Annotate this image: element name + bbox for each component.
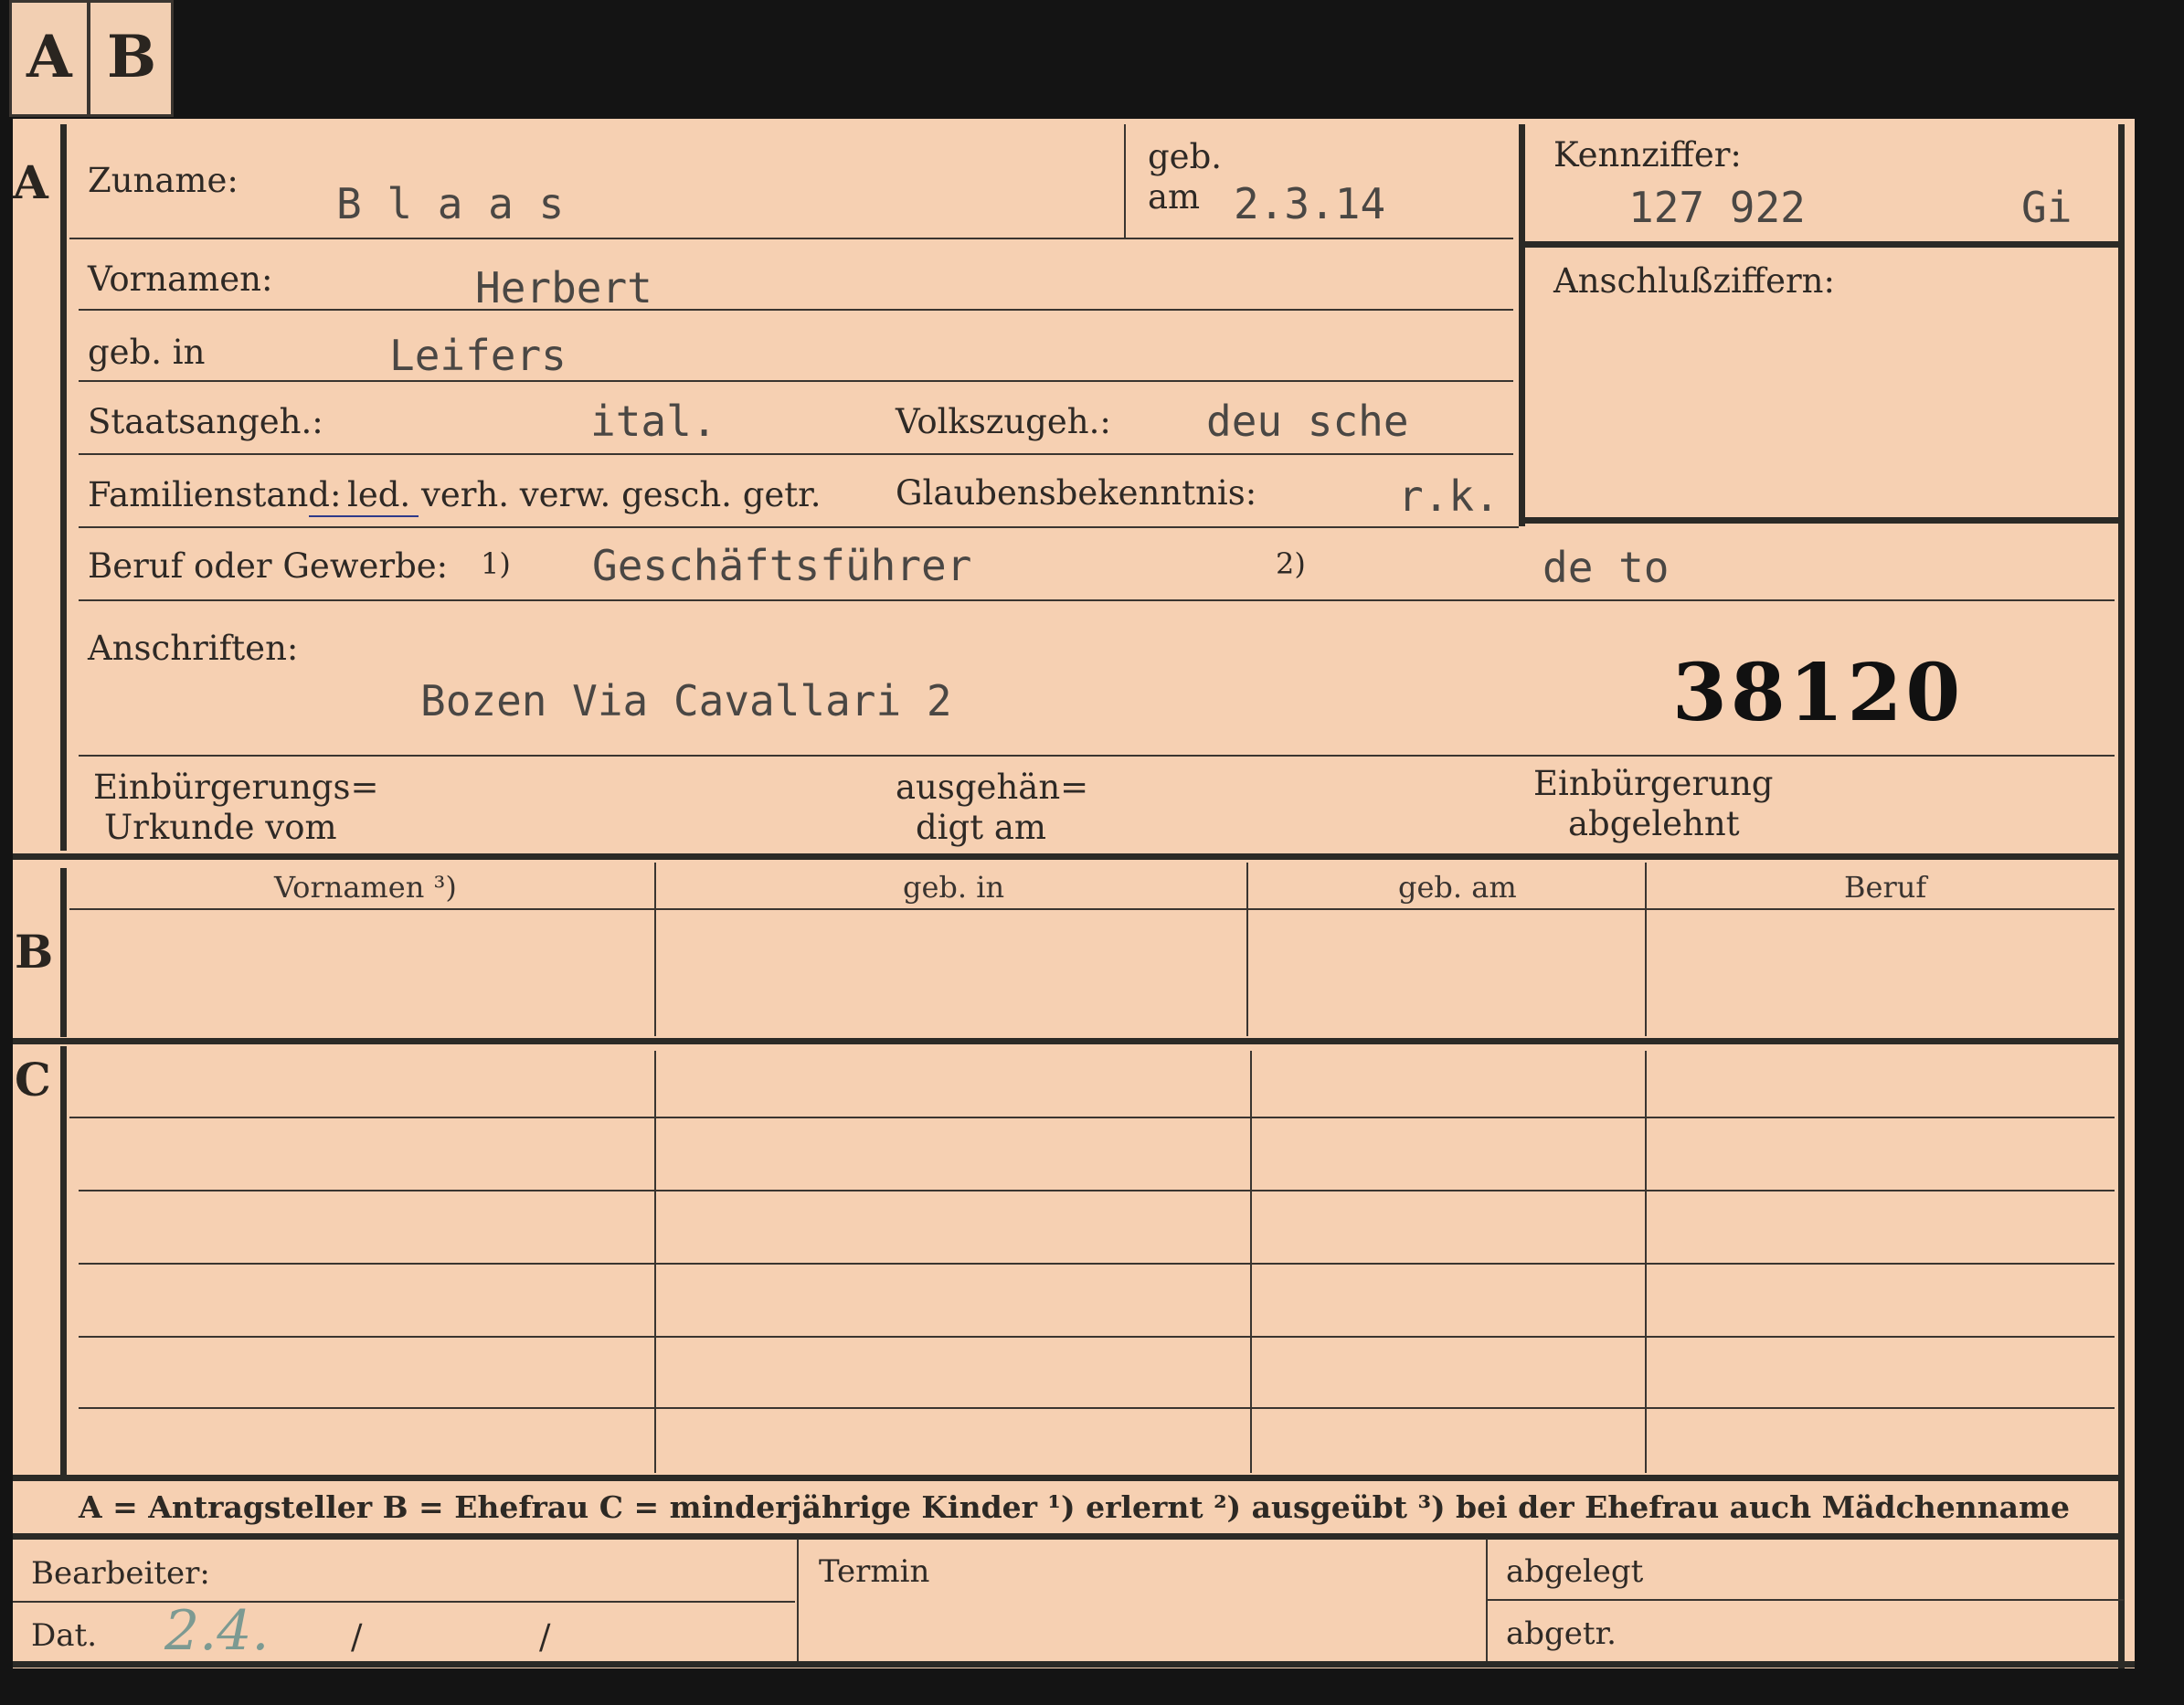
col-header-occupation: Beruf [1844,870,1927,905]
line-first-names [79,309,1513,311]
id-number: 127 922 [1628,183,1806,232]
surname-label: Zuname: [88,161,239,200]
deadline-label: Termin [819,1553,930,1590]
line-birthplace [79,380,1513,382]
c-row-line-4 [79,1336,2115,1338]
col-header-birthdate: geb. am [1398,870,1517,905]
line-address [79,755,2115,757]
religion-value: r.k. [1398,471,1500,521]
c-col-divider-1 [654,1051,656,1473]
col-header-first-names: Vornamen ³) [274,870,457,905]
address-label: Anschriften: [88,629,299,668]
legend: A = Antragsteller B = Ehefrau C = minder… [79,1489,2070,1525]
tab-a-label: A [27,23,72,91]
card-right-border [2118,124,2125,1668]
filed-line [1486,1599,2124,1601]
ethnicity-label: Volkszugeh.: [896,402,1111,441]
id-suffix: Gi [2021,183,2073,232]
editor-label: Bearbeiter: [31,1555,210,1592]
handed-out-label-2: digt am [916,808,1046,847]
handed-out-label-1: ausgehän= [896,768,1089,807]
first-names-value: Herbert [475,263,652,312]
separated-label: abgetr. [1506,1615,1617,1652]
date-slash-2: / [539,1617,551,1657]
col-divider-2 [1246,863,1248,1036]
tab-a[interactable]: A [9,0,90,117]
marital-selection-underline [309,515,419,517]
born-label-1: geb. [1148,137,1223,176]
section-c-border [60,1046,67,1476]
footer-divider-1 [797,1539,799,1665]
id-label: Kennziffer: [1553,135,1742,175]
naturalization-denied-label-2: abgelehnt [1568,804,1740,843]
born-divider [1124,124,1126,238]
naturalization-cert-label-2: Urkunde vom [104,808,337,847]
section-b-bottom [13,1038,2124,1044]
col-divider-1 [654,863,656,1036]
occupation-label: Beruf oder Gewerbe: [88,546,449,586]
section-c-marker: C [15,1053,51,1107]
occupation-practiced: de to [1543,543,1670,592]
occupation-learned: Geschäftsführer [592,541,972,590]
id-box-bottom-border [1519,517,2118,524]
marital-options: led. verh. verw. gesch. getr. [347,475,822,514]
footer-divider-2 [1486,1539,1488,1665]
section-a-marker: A [13,155,48,209]
id-box-divider [1519,241,2118,248]
birthplace-label: geb. in [88,333,206,372]
tab-b-label: B [107,23,157,91]
filed-label: abgelegt [1506,1553,1644,1590]
c-row-line-1 [69,1117,2115,1118]
religion-label: Glaubensbekenntnis: [896,473,1257,513]
line-marital [79,526,1519,528]
line-citizenship [79,453,1513,455]
section-b-marker: B [15,925,54,979]
editor-line [13,1601,795,1603]
section-a-border [60,124,67,851]
col-divider-3 [1645,863,1647,1036]
c-row-line-2 [79,1190,2115,1191]
occupation-mark-2: 2) [1276,546,1306,581]
section-c-bottom [13,1475,2124,1481]
naturalization-cert-label-1: Einbürgerungs= [93,768,379,807]
card-bottom [13,1661,2135,1668]
surname-value: B l a a s [336,179,565,228]
c-col-divider-3 [1645,1051,1647,1473]
first-names-label: Vornamen: [88,259,273,299]
c-col-divider-2 [1250,1051,1252,1473]
date-slash-1: / [351,1617,363,1657]
col-header-birthplace: geb. in [903,870,1005,905]
id-box-left-border [1519,124,1525,526]
tab-b[interactable]: B [88,0,174,117]
line-surname [69,238,1513,239]
section-b-border [60,868,67,1037]
marital-label: Familienstand: [88,475,342,514]
birthplace-value: Leifers [389,331,567,380]
citizenship-value: ital. [590,397,717,446]
c-row-line-5 [79,1407,2115,1409]
file-number: 38120 [1672,647,1965,739]
table-header-line [69,908,2115,910]
section-a-bottom [13,853,2124,860]
link-numbers-label: Anschlußziffern: [1553,261,1835,301]
born-date: 2.3.14 [1234,179,1386,228]
naturalization-denied-label-1: Einbürgerung [1533,764,1774,803]
born-label-2: am [1148,177,1201,217]
legend-bottom [13,1533,2124,1540]
ethnicity-value: deu sche [1206,397,1409,446]
date-handwritten: 2.4. [164,1599,270,1663]
address-value: Bozen Via Cavallari 2 [420,676,952,725]
occupation-mark-1: 1) [481,546,511,581]
citizenship-label: Staatsangeh.: [88,402,323,441]
c-row-line-3 [79,1263,2115,1265]
date-label: Dat. [31,1617,98,1654]
line-occupation [79,599,2115,601]
